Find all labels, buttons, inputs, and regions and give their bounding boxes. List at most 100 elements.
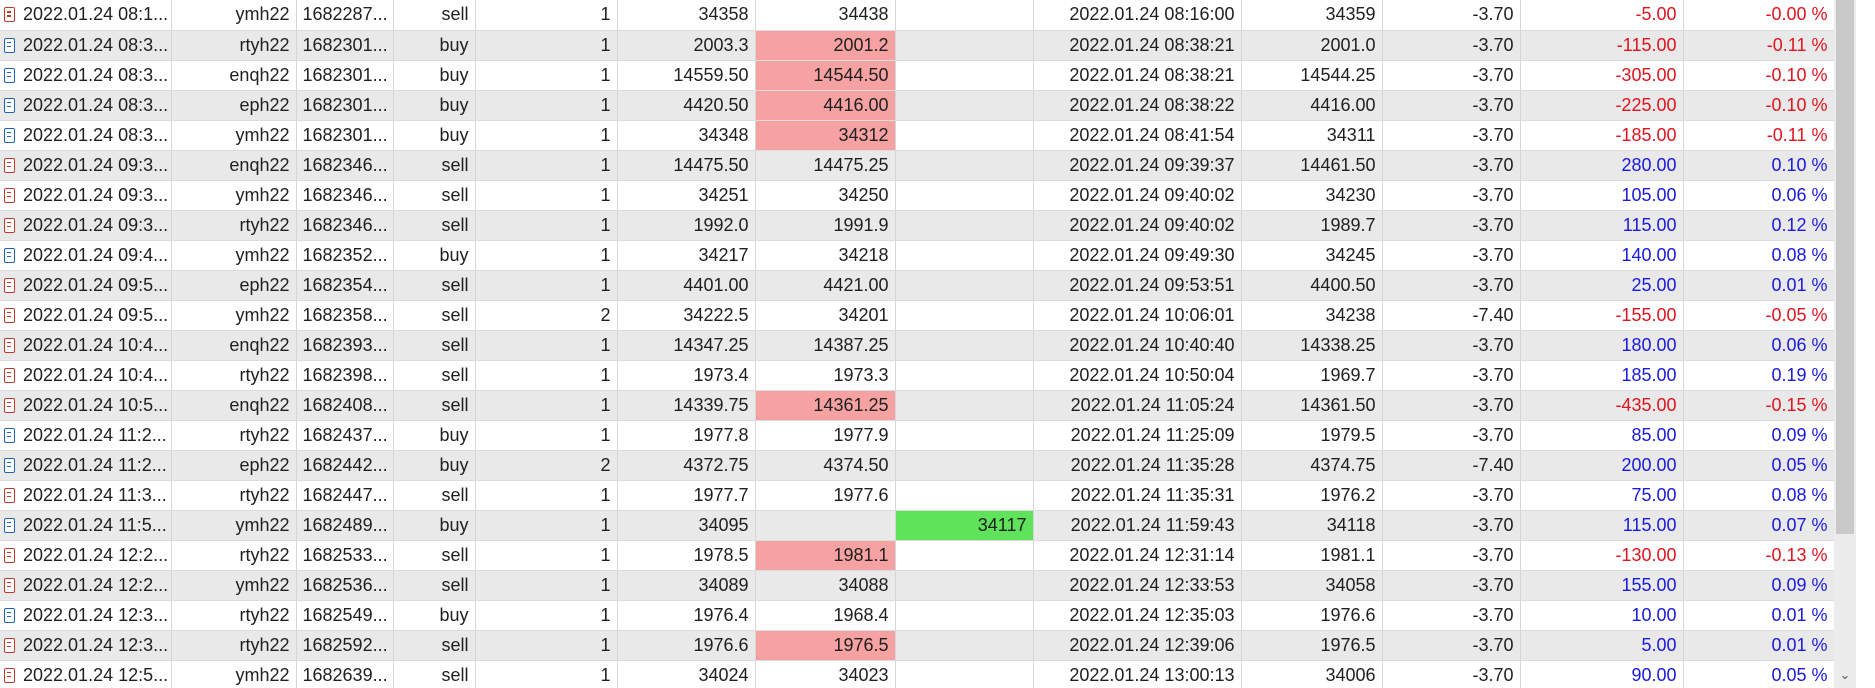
table-row[interactable]: 2022.01.24 11:2... rtyh22 1682437... buy 1 19… <box>0 420 1835 451</box>
profit-cell: 280.00 <box>1520 150 1684 181</box>
change-percent-cell: 0.09 % <box>1683 420 1835 451</box>
sell-order-icon <box>4 217 15 233</box>
take-profit-cell <box>895 300 1034 331</box>
ticket-cell: 1682346... <box>296 180 394 211</box>
buy-order-icon <box>4 67 15 83</box>
volume-cell: 1 <box>475 540 618 571</box>
volume-cell: 1 <box>475 60 618 91</box>
type-cell: buy <box>393 450 476 481</box>
open-time-text: 2022.01.24 09:5... <box>23 304 169 325</box>
table-row[interactable]: 2022.01.24 09:5... eph22 1682354... sell 1 44… <box>0 270 1835 301</box>
table-row[interactable]: 2022.01.24 08:3... enqh22 1682301... buy 1 14… <box>0 60 1835 91</box>
profit-cell: -225.00 <box>1520 90 1684 121</box>
take-profit-cell <box>895 150 1034 181</box>
open-price-cell: 2003.3 <box>617 30 756 61</box>
take-profit-cell <box>895 630 1034 661</box>
symbol-cell: rtyh22 <box>171 540 297 571</box>
take-profit-cell <box>895 180 1034 211</box>
sell-order-icon <box>4 397 15 413</box>
table-row[interactable]: 2022.01.24 09:3... ymh22 1682346... sell 1 34… <box>0 180 1835 211</box>
profit-cell: 90.00 <box>1520 660 1684 688</box>
table-row[interactable]: 2022.01.24 11:5... ymh22 1682489... buy 1 340… <box>0 510 1835 541</box>
ticket-cell: 1682408... <box>296 390 394 421</box>
change-percent-cell: 0.01 % <box>1683 270 1835 301</box>
open-price-cell: 14475.50 <box>617 150 756 181</box>
ticket-cell: 1682592... <box>296 630 394 661</box>
volume-cell: 1 <box>475 600 618 631</box>
profit-cell: 185.00 <box>1520 360 1684 391</box>
type-cell: sell <box>393 630 476 661</box>
close-time-cell: 2022.01.24 11:05:24 <box>1033 390 1242 421</box>
table-row[interactable]: 2022.01.24 09:3... rtyh22 1682346... sell 1 1… <box>0 210 1835 241</box>
table-row[interactable]: 2022.01.24 11:3... rtyh22 1682447... sell 1 1… <box>0 480 1835 511</box>
symbol-cell: ymh22 <box>171 510 297 541</box>
sell-order-icon <box>4 157 15 173</box>
take-profit-cell <box>895 450 1034 481</box>
table-row[interactable]: 2022.01.24 09:4... ymh22 1682352... buy 1 342… <box>0 240 1835 271</box>
close-price-cell: 34118 <box>1241 510 1383 541</box>
take-profit-cell <box>895 120 1034 151</box>
table-row[interactable]: 2022.01.24 12:3... rtyh22 1682592... sell 1 1… <box>0 630 1835 661</box>
open-time-cell: 2022.01.24 12:5... <box>0 660 172 688</box>
open-time-cell: 2022.01.24 12:2... <box>0 540 172 571</box>
type-cell: sell <box>393 330 476 361</box>
buy-order-icon <box>4 517 15 533</box>
open-time-cell: 2022.01.24 10:4... <box>0 360 172 391</box>
close-time-cell: 2022.01.24 12:35:03 <box>1033 600 1242 631</box>
table-row[interactable]: 2022.01.24 09:5... ymh22 1682358... sell 2 34… <box>0 300 1835 331</box>
profit-cell: 105.00 <box>1520 180 1684 211</box>
table-row[interactable]: 2022.01.24 10:4... rtyh22 1682398... sell 1 1… <box>0 360 1835 391</box>
table-row[interactable]: 2022.01.24 12:5... ymh22 1682639... sell 1 34… <box>0 660 1835 688</box>
commission-cell: -3.70 <box>1382 570 1521 601</box>
sell-order-icon <box>4 337 15 353</box>
volume-cell: 1 <box>475 510 618 541</box>
buy-order-icon <box>4 607 15 623</box>
table-row[interactable]: 2022.01.24 09:3... enqh22 1682346... sell 1 1… <box>0 150 1835 181</box>
volume-cell: 1 <box>475 150 618 181</box>
close-price-cell: 34006 <box>1241 660 1383 688</box>
profit-cell: -130.00 <box>1520 540 1684 571</box>
profit-cell: 5.00 <box>1520 630 1684 661</box>
stop-loss-cell: 34250 <box>755 180 896 211</box>
table-row[interactable]: 2022.01.24 08:1... ymh22 1682287... sell 1 34… <box>0 0 1835 31</box>
table-row[interactable]: 2022.01.24 08:3... rtyh22 1682301... buy 1 20… <box>0 30 1835 61</box>
table-row[interactable]: 2022.01.24 12:2... rtyh22 1682533... sell 1 1… <box>0 540 1835 571</box>
scrollbar-thumb[interactable] <box>1836 0 1854 534</box>
commission-cell: -3.70 <box>1382 270 1521 301</box>
take-profit-cell <box>895 360 1034 391</box>
close-time-cell: 2022.01.24 09:40:02 <box>1033 180 1242 211</box>
table-row[interactable]: 2022.01.24 08:3... ymh22 1682301... buy 1 343… <box>0 120 1835 151</box>
stop-loss-cell: 4374.50 <box>755 450 896 481</box>
volume-cell: 1 <box>475 30 618 61</box>
table-row[interactable]: 2022.01.24 11:2... eph22 1682442... buy 2 437… <box>0 450 1835 481</box>
change-percent-cell: -0.10 % <box>1683 60 1835 91</box>
change-percent-cell: 0.06 % <box>1683 330 1835 361</box>
chevron-down-icon[interactable]: ⌄ <box>1838 668 1852 682</box>
table-row[interactable]: 2022.01.24 08:3... eph22 1682301... buy 1 442… <box>0 90 1835 121</box>
volume-cell: 1 <box>475 360 618 391</box>
open-time-cell: 2022.01.24 08:1... <box>0 0 172 31</box>
close-price-cell: 1976.6 <box>1241 600 1383 631</box>
symbol-cell: enqh22 <box>171 330 297 361</box>
type-cell: buy <box>393 600 476 631</box>
commission-cell: -3.70 <box>1382 180 1521 211</box>
close-price-cell: 1979.5 <box>1241 420 1383 451</box>
ticket-cell: 1682393... <box>296 330 394 361</box>
commission-cell: -3.70 <box>1382 390 1521 421</box>
table-row[interactable]: 2022.01.24 12:3... rtyh22 1682549... buy 1 19… <box>0 600 1835 631</box>
symbol-cell: ymh22 <box>171 240 297 271</box>
take-profit-cell <box>895 480 1034 511</box>
close-time-cell: 2022.01.24 08:38:22 <box>1033 90 1242 121</box>
open-time-text: 2022.01.24 11:5... <box>23 514 167 535</box>
stop-loss-cell: 1976.5 <box>755 630 896 661</box>
volume-cell: 1 <box>475 90 618 121</box>
open-time-text: 2022.01.24 08:3... <box>23 124 169 145</box>
change-percent-cell: -0.13 % <box>1683 540 1835 571</box>
stop-loss-cell: 4416.00 <box>755 90 896 121</box>
table-row[interactable]: 2022.01.24 10:5... enqh22 1682408... sell 1 1… <box>0 390 1835 421</box>
ticket-cell: 1682358... <box>296 300 394 331</box>
stop-loss-cell: 2001.2 <box>755 30 896 61</box>
table-row[interactable]: 2022.01.24 10:4... enqh22 1682393... sell 1 1… <box>0 330 1835 361</box>
table-row[interactable]: 2022.01.24 12:2... ymh22 1682536... sell 1 34… <box>0 570 1835 601</box>
open-time-cell: 2022.01.24 11:2... <box>0 450 172 481</box>
